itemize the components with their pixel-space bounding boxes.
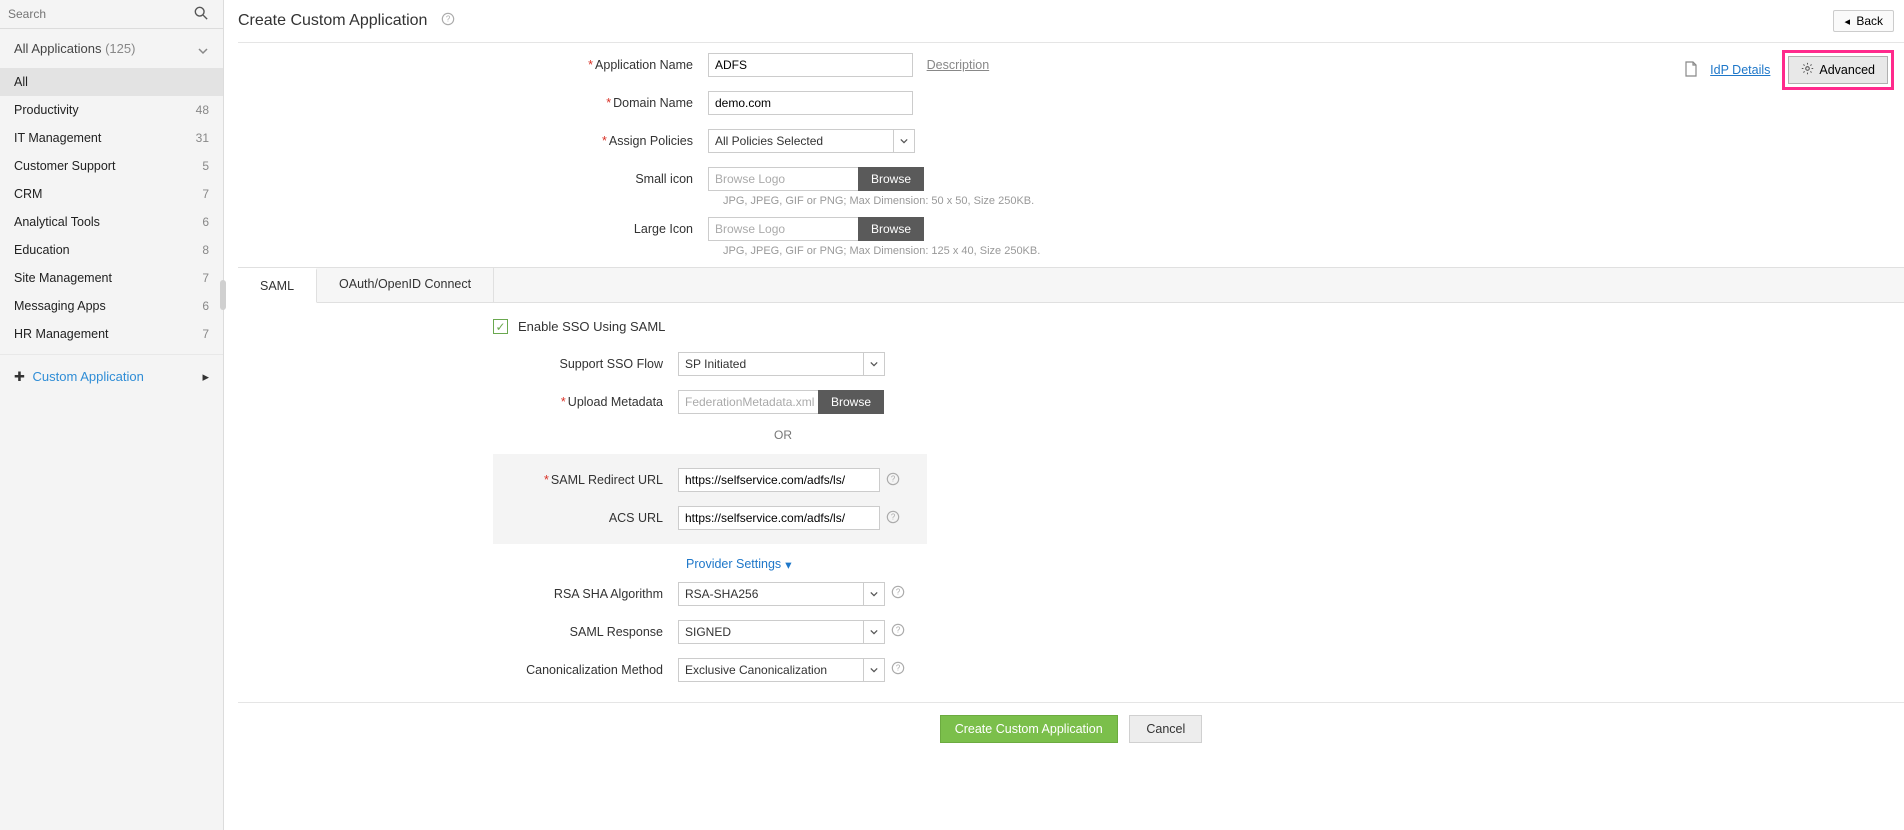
form-area: *Application Name Description *Domain Na… [238,43,1904,755]
canonicalization-caret[interactable] [863,658,885,682]
sidebar-item-analytical-tools[interactable]: Analytical Tools6 [0,208,223,236]
support-flow-select[interactable]: SP Initiated [678,352,863,376]
all-applications-toggle[interactable]: All Applications (125) [0,29,223,68]
provider-settings-toggle[interactable]: Provider Settings ▾ [686,557,791,572]
saml-panel: ✓ Enable SSO Using SAML Support SSO Flow… [238,303,1904,682]
custom-application-label: Custom Application [33,369,144,384]
application-name-label: *Application Name [238,58,708,72]
svg-text:?: ? [891,512,896,521]
upload-metadata-input[interactable]: FederationMetadata.xml [678,390,818,414]
svg-text:?: ? [446,14,451,23]
tab-strip: SAML OAuth/OpenID Connect [238,267,1904,303]
saml-response-caret[interactable] [863,620,885,644]
or-divider: OR [238,428,892,448]
help-icon[interactable]: ? [886,472,900,489]
page-title: Create Custom Application [238,12,427,30]
small-icon-browse-button[interactable]: Browse [858,167,924,191]
upload-metadata-browse-button[interactable]: Browse [818,390,884,414]
caret-right-icon: ▸ [202,369,209,385]
sidebar-item-messaging-apps[interactable]: Messaging Apps6 [0,292,223,320]
help-icon[interactable]: ? [891,661,905,678]
cancel-button[interactable]: Cancel [1129,715,1202,743]
acs-url-label: ACS URL [238,511,678,525]
back-button[interactable]: ◂ Back [1833,10,1894,32]
small-icon-label: Small icon [238,172,708,186]
top-actions: IdP Details Advanced [1684,50,1894,90]
enable-sso-label: Enable SSO Using SAML [518,319,665,334]
support-flow-caret[interactable] [863,352,885,376]
support-flow-label: Support SSO Flow [238,357,678,371]
caret-left-icon: ◂ [1844,16,1850,28]
large-icon-label: Large Icon [238,222,708,236]
upload-metadata-label: *Upload Metadata [238,395,678,409]
plus-icon: ✚ [14,369,25,384]
rsa-algorithm-select[interactable]: RSA-SHA256 [678,582,863,606]
sidebar-item-site-management[interactable]: Site Management7 [0,264,223,292]
sidebar-item-crm[interactable]: CRM7 [0,180,223,208]
svg-text:?: ? [896,588,901,597]
search-input[interactable] [0,0,176,28]
create-button[interactable]: Create Custom Application [940,715,1118,743]
svg-text:?: ? [891,474,896,483]
saml-redirect-input[interactable] [678,468,880,492]
sidebar: All Applications (125) All Productivity4… [0,0,224,830]
advanced-highlight: Advanced [1782,50,1894,90]
saml-response-select[interactable]: SIGNED [678,620,863,644]
search-icon[interactable] [194,6,208,23]
tab-oauth[interactable]: OAuth/OpenID Connect [317,268,494,302]
large-icon-browse-button[interactable]: Browse [858,217,924,241]
acs-url-input[interactable] [678,506,880,530]
sidebar-item-all[interactable]: All [0,68,223,96]
saml-response-label: SAML Response [238,625,678,639]
advanced-button[interactable]: Advanced [1788,56,1888,84]
sidebar-item-hr-management[interactable]: HR Management7 [0,320,223,348]
sidebar-item-education[interactable]: Education8 [0,236,223,264]
sidebar-item-it-management[interactable]: IT Management31 [0,124,223,152]
rsa-algorithm-label: RSA SHA Algorithm [238,587,678,601]
domain-name-input[interactable] [708,91,913,115]
small-icon-input[interactable]: Browse Logo [708,167,858,191]
url-block: *SAML Redirect URL ? ACS URL ? [493,454,927,544]
application-name-input[interactable] [708,53,913,77]
svg-text:?: ? [896,664,901,673]
help-icon[interactable]: ? [441,12,455,31]
svg-text:?: ? [896,626,901,635]
sidebar-item-customer-support[interactable]: Customer Support5 [0,152,223,180]
all-applications-count: (125) [105,41,135,56]
enable-sso-checkbox[interactable]: ✓ [493,319,508,334]
domain-name-label: *Domain Name [238,96,708,110]
category-list: All Productivity48 IT Management31 Custo… [0,68,223,348]
small-icon-hint: JPG, JPEG, GIF or PNG; Max Dimension: 50… [723,195,1904,207]
sidebar-item-productivity[interactable]: Productivity48 [0,96,223,124]
canonicalization-label: Canonicalization Method [238,663,678,677]
assign-policies-select[interactable]: All Policies Selected [708,129,893,153]
help-icon[interactable]: ? [891,585,905,602]
all-applications-label: All Applications [14,41,101,56]
caret-down-icon: ▾ [785,557,791,572]
tab-saml[interactable]: SAML [238,268,317,303]
search-wrap [0,0,223,29]
description-link[interactable]: Description [927,58,990,72]
assign-policies-label: *Assign Policies [238,134,708,148]
help-icon[interactable]: ? [886,510,900,527]
page-title-wrap: Create Custom Application ? [238,12,455,31]
help-icon[interactable]: ? [891,623,905,640]
chevron-down-icon [198,44,208,59]
custom-application-link[interactable]: ✚ Custom Application ▸ [0,354,223,399]
canonicalization-select[interactable]: Exclusive Canonicalization [678,658,863,682]
document-icon [1684,61,1698,80]
idp-details-link[interactable]: IdP Details [1710,63,1770,77]
large-icon-input[interactable]: Browse Logo [708,217,858,241]
saml-redirect-label: *SAML Redirect URL [238,473,678,487]
bottom-actions: Create Custom Application Cancel [238,702,1904,755]
main-content: Create Custom Application ? ◂ Back IdP D… [224,0,1904,830]
large-icon-hint: JPG, JPEG, GIF or PNG; Max Dimension: 12… [723,245,1904,257]
assign-policies-caret[interactable] [893,129,915,153]
rsa-algorithm-caret[interactable] [863,582,885,606]
gear-icon [1801,62,1814,78]
main-header: Create Custom Application ? ◂ Back [238,0,1904,43]
